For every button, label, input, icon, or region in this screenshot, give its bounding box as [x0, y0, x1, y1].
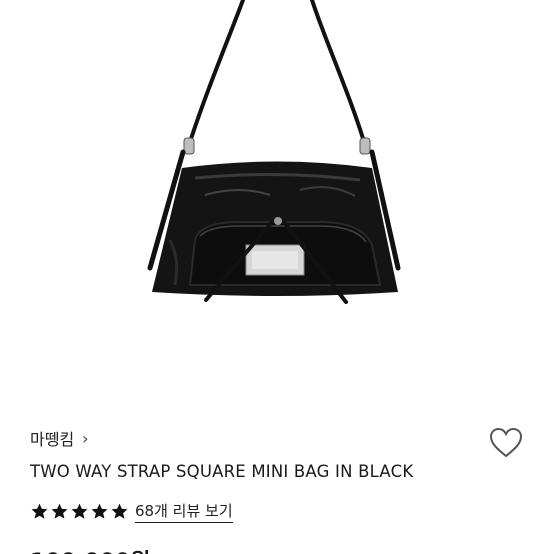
star-icon: [71, 503, 88, 519]
star-icon: [91, 503, 108, 519]
review-link[interactable]: 68개 리뷰 보기: [135, 500, 233, 523]
brand-link[interactable]: 마뗑킴 ›: [30, 426, 89, 450]
product-title: TWO WAY STRAP SQUARE MINI BAG IN BLACK: [30, 462, 414, 481]
product-image[interactable]: [0, 0, 554, 410]
chevron-right-icon: ›: [82, 428, 89, 448]
price: 100,000원: [30, 544, 150, 554]
rating-row: 68개 리뷰 보기: [30, 500, 233, 523]
product-detail-page: 마뗑킴 › TWO WAY STRAP SQUARE MINI BAG IN B…: [0, 0, 554, 554]
star-icon: [51, 503, 68, 519]
star-icon: [111, 503, 128, 519]
star-icon: [31, 503, 48, 519]
heart-outline-icon[interactable]: [488, 425, 524, 461]
brand-name: 마뗑킴: [30, 430, 75, 449]
rating-stars: [30, 502, 129, 521]
